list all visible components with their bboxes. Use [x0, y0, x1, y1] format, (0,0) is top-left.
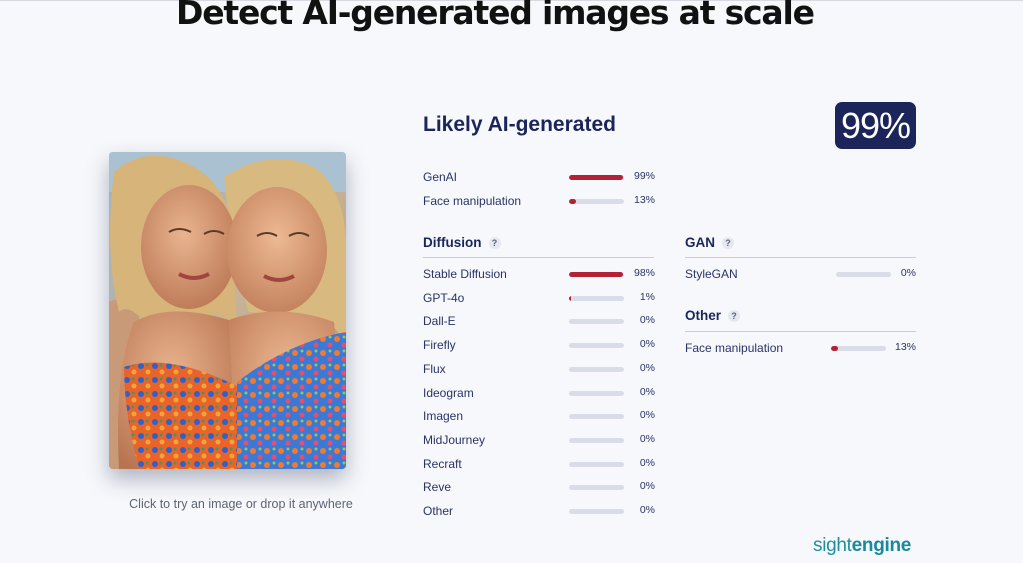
section-divider — [685, 257, 916, 258]
diffusion-row: Imagen 0% — [423, 409, 655, 425]
score-percent: 13% — [894, 341, 916, 353]
score-bar — [569, 272, 624, 277]
score-bar — [569, 438, 624, 443]
section-diffusion-heading: Diffusion? — [423, 235, 501, 250]
score-bar — [569, 319, 624, 324]
score-percent: 0% — [900, 267, 916, 279]
score-bar — [569, 175, 624, 180]
brand-logo[interactable]: sightengine — [813, 535, 911, 557]
row-label: MidJourney — [423, 433, 486, 447]
score-percent: 0% — [639, 362, 655, 374]
diffusion-row: Dall-E 0% — [423, 314, 655, 330]
row-label: Stable Diffusion — [423, 267, 507, 281]
score-bar — [569, 414, 624, 419]
diffusion-row: Stable Diffusion 98% — [423, 267, 655, 283]
row-label: Reve — [423, 480, 452, 494]
row-label: Recraft — [423, 457, 462, 471]
analyzed-image[interactable] — [109, 152, 346, 469]
diffusion-row: MidJourney 0% — [423, 433, 655, 449]
overall-score-badge: 99% — [835, 102, 916, 149]
row-label: Face manipulation — [685, 341, 784, 355]
score-percent: 0% — [639, 504, 655, 516]
diffusion-row: Ideogram 0% — [423, 386, 655, 402]
score-percent: 0% — [639, 457, 655, 469]
section-divider — [423, 257, 654, 258]
verdict-title: Likely AI-generated — [423, 113, 616, 136]
summary-row-face-manipulation: Face manipulation 13% — [423, 194, 655, 210]
score-percent: 13% — [633, 194, 655, 206]
gan-row-stylegan: StyleGAN 0% — [685, 267, 917, 283]
row-label: Dall-E — [423, 314, 456, 328]
score-bar — [569, 391, 624, 396]
summary-row-genai: GenAI 99% — [423, 170, 655, 186]
page-headline: Detect AI-generated images at scale — [176, 0, 815, 32]
score-bar — [569, 296, 624, 301]
score-bar-fill — [569, 296, 571, 301]
score-bar — [569, 462, 624, 467]
diffusion-row: Recraft 0% — [423, 457, 655, 473]
section-gan-heading: GAN? — [685, 235, 734, 250]
section-other-heading: Other? — [685, 308, 741, 323]
help-icon[interactable]: ? — [488, 237, 501, 250]
row-label: Face manipulation — [423, 194, 522, 208]
score-percent: 1% — [639, 291, 655, 303]
section-title: Other — [685, 308, 722, 323]
score-bar — [836, 272, 891, 277]
help-icon[interactable]: ? — [722, 237, 734, 250]
score-percent: 98% — [633, 267, 655, 279]
score-percent: 0% — [639, 338, 655, 350]
upload-hint[interactable]: Click to try an image or drop it anywher… — [109, 497, 373, 511]
score-percent: 0% — [639, 314, 655, 326]
score-bar-fill — [569, 199, 577, 204]
score-bar-fill — [569, 175, 624, 180]
row-label: Firefly — [423, 338, 456, 352]
photo-illustration — [109, 152, 346, 469]
section-divider — [685, 331, 916, 332]
score-percent: 0% — [639, 386, 655, 398]
row-label: GenAI — [423, 170, 458, 184]
score-bar — [569, 485, 624, 490]
score-percent: 0% — [639, 409, 655, 421]
score-bar — [569, 343, 624, 348]
score-percent: 99% — [633, 170, 655, 182]
score-percent: 0% — [639, 480, 655, 492]
row-label: Flux — [423, 362, 446, 376]
help-icon[interactable]: ? — [728, 310, 741, 323]
row-label: Other — [423, 504, 454, 518]
score-percent: 0% — [639, 433, 655, 445]
diffusion-row: GPT-4o 1% — [423, 291, 655, 307]
other-row-face-manipulation: Face manipulation 13% — [685, 341, 917, 357]
score-bar-fill — [831, 346, 839, 351]
row-label: StyleGAN — [685, 267, 738, 281]
row-label: GPT-4o — [423, 291, 465, 305]
row-label: Imagen — [423, 409, 464, 423]
diffusion-row: Flux 0% — [423, 362, 655, 378]
score-bar-fill — [569, 272, 623, 277]
diffusion-row: Other 0% — [423, 504, 655, 520]
row-label: Ideogram — [423, 386, 474, 400]
diffusion-row: Firefly 0% — [423, 338, 655, 354]
section-title: GAN — [685, 235, 715, 250]
diffusion-row: Reve 0% — [423, 480, 655, 496]
brand-part-2: engine — [851, 535, 912, 556]
score-bar — [569, 199, 624, 204]
score-bar — [831, 346, 886, 351]
brand-part-1: sight — [813, 535, 852, 556]
section-title: Diffusion — [423, 235, 482, 250]
score-bar — [569, 509, 624, 514]
score-bar — [569, 367, 624, 372]
